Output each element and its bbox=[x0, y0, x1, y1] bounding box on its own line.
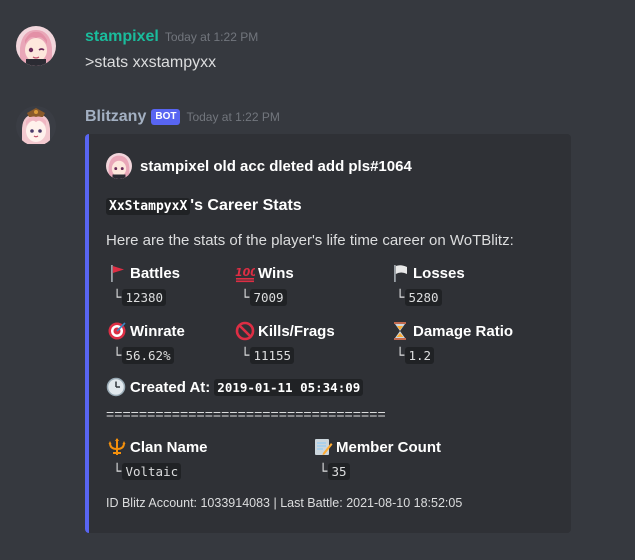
bot-badge: BOT bbox=[151, 109, 181, 125]
field-wins: 100Wins └7009 bbox=[235, 263, 294, 306]
field-value: 7009 bbox=[250, 289, 287, 306]
field-name: Member Count bbox=[336, 438, 441, 456]
field-value: 56.62% bbox=[122, 347, 174, 364]
red-flag-icon bbox=[107, 263, 127, 283]
created-at: Created At: 2019-01-11 05:34:09 bbox=[106, 377, 364, 397]
tree-connector: └ bbox=[113, 289, 122, 306]
hundred-points-icon: 100 bbox=[235, 263, 255, 283]
field-kills: Kills/Frags └ 11155 bbox=[235, 321, 335, 364]
field-member-count: Member Count └ 35 bbox=[313, 437, 441, 480]
memo-icon bbox=[313, 437, 333, 457]
timestamp[interactable]: Today at 1:22 PM bbox=[165, 30, 258, 44]
embed-description: Here are the stats of the player's life … bbox=[106, 232, 514, 249]
field-value: 1.2 bbox=[405, 347, 435, 364]
created-label: Created At: bbox=[130, 378, 211, 396]
field-name: Battles bbox=[130, 264, 181, 282]
separator-line: ================================== bbox=[106, 406, 386, 422]
title-player-code: XxStampyxX bbox=[106, 198, 191, 215]
embed-author-name: stampixel old acc dleted add pls#1064 bbox=[140, 157, 412, 175]
white-flag-icon bbox=[390, 263, 410, 283]
field-damage-ratio: Damage Ratio └ 1.2 bbox=[390, 321, 513, 364]
created-value: 2019-01-11 05:34:09 bbox=[214, 378, 364, 396]
message-stampixel: stampixel Today at 1:22 PM >stats xxstamp… bbox=[0, 0, 635, 90]
username[interactable]: stampixel bbox=[85, 28, 159, 45]
tree-connector: └ bbox=[113, 463, 122, 480]
field-name: Clan Name bbox=[130, 438, 208, 456]
no-entry-icon bbox=[235, 321, 255, 341]
bot-username[interactable]: Blitzany bbox=[85, 108, 146, 125]
title-suffix: 's Career Stats bbox=[190, 197, 302, 214]
field-name: Wins bbox=[258, 264, 294, 282]
bot-avatar[interactable] bbox=[16, 106, 56, 146]
tree-connector: └ bbox=[319, 463, 328, 480]
embed-title: XxStampyxX's Career Stats bbox=[106, 197, 302, 215]
message-content: >stats xxstampyxx bbox=[85, 54, 217, 71]
tree-connector: └ bbox=[241, 289, 250, 306]
tree-connector: └ bbox=[396, 289, 405, 306]
hourglass-icon bbox=[390, 321, 410, 341]
stats-embed: stampixel old acc dleted add pls#1064 Xx… bbox=[85, 134, 571, 533]
field-losses: Losses └ 5280 bbox=[390, 263, 465, 306]
field-value: Voltaic bbox=[122, 463, 182, 480]
tree-connector: └ bbox=[396, 347, 405, 364]
clock-icon bbox=[106, 377, 126, 397]
field-battles: Battles └ 12380 bbox=[107, 263, 180, 306]
field-clan-name: Clan Name └ Voltaic bbox=[107, 437, 208, 480]
field-name: Kills/Frags bbox=[258, 322, 335, 340]
author-avatar bbox=[106, 153, 132, 179]
tree-connector: └ bbox=[113, 347, 122, 364]
embed-footer: ID Blitz Account: 1033914083 | Last Batt… bbox=[106, 496, 463, 510]
trident-icon bbox=[107, 437, 127, 457]
embed-author: stampixel old acc dleted add pls#1064 bbox=[106, 153, 412, 179]
field-winrate: Winrate └ 56.62% bbox=[107, 321, 185, 364]
field-value: 11155 bbox=[250, 347, 295, 364]
avatar[interactable] bbox=[16, 26, 56, 66]
field-value: 5280 bbox=[405, 289, 442, 306]
field-name: Damage Ratio bbox=[413, 322, 514, 340]
tree-connector: └ bbox=[241, 347, 250, 364]
field-value: 12380 bbox=[122, 289, 167, 306]
timestamp[interactable]: Today at 1:22 PM bbox=[186, 110, 279, 124]
field-value: 35 bbox=[328, 463, 350, 480]
field-name: Winrate bbox=[130, 322, 185, 340]
field-name: Losses bbox=[413, 264, 465, 282]
direct-hit-icon bbox=[107, 321, 127, 341]
svg-text:100: 100 bbox=[235, 266, 255, 279]
